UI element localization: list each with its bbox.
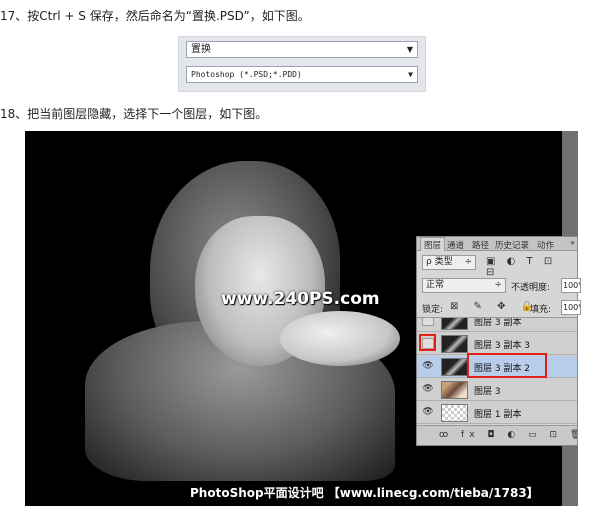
filename-value: 置换 bbox=[191, 44, 211, 55]
woman-hand bbox=[280, 311, 400, 366]
layer-thumbnail bbox=[441, 404, 468, 422]
layer-row[interactable]: 👁 图层 1 副本 bbox=[417, 402, 577, 424]
layer-thumbnail bbox=[441, 381, 468, 399]
blend-row: 正常 ÷ 不透明度: 100% bbox=[420, 278, 581, 294]
format-dropdown-icon[interactable]: ▼ bbox=[408, 67, 413, 82]
visibility-toggle-off[interactable] bbox=[422, 318, 434, 326]
layer-thumbnail bbox=[441, 358, 468, 376]
kind-dropdown-icon: ÷ bbox=[464, 257, 472, 267]
lock-icons[interactable]: ⊠ ✎ ✥ 🔒 bbox=[450, 301, 539, 312]
eye-icon[interactable]: 👁 bbox=[422, 407, 434, 418]
opacity-input[interactable]: 100% bbox=[561, 278, 581, 293]
eye-icon[interactable]: 👁 bbox=[422, 384, 434, 395]
layer-name: 图层 1 副本 bbox=[474, 410, 522, 420]
layer-name: 图层 3 副本 bbox=[474, 318, 522, 328]
watermark-240ps: www.240PS.com bbox=[221, 289, 380, 309]
tab-channels[interactable]: 通道 bbox=[447, 239, 464, 251]
tab-paths[interactable]: 路径 bbox=[472, 239, 489, 251]
filename-input[interactable]: 置换 ▼ bbox=[186, 41, 418, 58]
layer-name: 图层 3 bbox=[474, 387, 501, 397]
filter-row: ρ 类型 ÷ ▣ ◐ T ⊡ ⊟ bbox=[420, 255, 575, 278]
tab-scroll-icon[interactable]: » bbox=[570, 238, 575, 247]
selected-layer-highlight bbox=[467, 353, 547, 378]
tab-history[interactable]: 历史记录 bbox=[495, 239, 529, 251]
filter-icons[interactable]: ▣ ◐ T ⊡ ⊟ bbox=[486, 256, 575, 278]
lock-row: 锁定: ⊠ ✎ ✥ 🔒 填充: 100% bbox=[420, 300, 581, 316]
layer-thumbnail bbox=[441, 318, 468, 330]
panel-tabs: 图层 通道 路径 历史记录 动作 » bbox=[417, 237, 577, 251]
fill-label: 填充: bbox=[530, 305, 552, 315]
opacity-label: 不透明度: bbox=[511, 283, 551, 293]
format-value: Photoshop (*.PSD;*.PDD) bbox=[191, 70, 302, 79]
step-18-instruction: 18、把当前图层隐藏，选择下一个图层，如下图。 bbox=[0, 107, 268, 121]
layers-panel: 图层 通道 路径 历史记录 动作 » ρ 类型 ÷ ▣ ◐ T ⊡ ⊟ 正常 ÷… bbox=[416, 236, 581, 446]
kind-label: ρ 类型 bbox=[426, 257, 453, 267]
format-select[interactable]: Photoshop (*.PSD;*.PDD) ▼ bbox=[186, 66, 418, 83]
fill-input[interactable]: 100% bbox=[561, 300, 581, 315]
blend-mode-value: 正常 bbox=[426, 280, 445, 290]
save-dialog-fields: 置换 ▼ Photoshop (*.PSD;*.PDD) ▼ bbox=[178, 36, 426, 92]
layer-actions-bar[interactable]: ꝏ fx ◘ ◐ ▭ ⊡ 🗑 bbox=[417, 425, 577, 445]
tab-layers[interactable]: 图层 bbox=[420, 237, 446, 251]
filename-dropdown-icon[interactable]: ▼ bbox=[407, 42, 413, 57]
lock-label: 锁定: bbox=[422, 305, 444, 315]
kind-filter-select[interactable]: ρ 类型 ÷ bbox=[422, 255, 476, 270]
layer-thumbnail bbox=[441, 335, 468, 353]
step-17-instruction: 17、按Ctrl + S 保存，然后命名为“置换.PSD”，如下图。 bbox=[0, 9, 310, 23]
eye-icon[interactable]: 👁 bbox=[422, 361, 434, 372]
blend-dropdown-icon: ÷ bbox=[494, 280, 502, 290]
blend-mode-select[interactable]: 正常 ÷ bbox=[422, 278, 506, 293]
watermark-linecg: PhotoShop平面设计吧 【www.linecg.com/tieba/178… bbox=[190, 486, 539, 500]
tab-actions[interactable]: 动作 bbox=[537, 239, 554, 251]
layer-row[interactable]: 图层 3 副本 3 bbox=[417, 333, 577, 355]
layer-row[interactable]: 图层 3 副本 bbox=[417, 318, 577, 332]
layer-row[interactable]: 👁 图层 3 bbox=[417, 379, 577, 401]
layer-name: 图层 3 副本 3 bbox=[474, 341, 531, 351]
hidden-layer-highlight bbox=[419, 334, 436, 351]
